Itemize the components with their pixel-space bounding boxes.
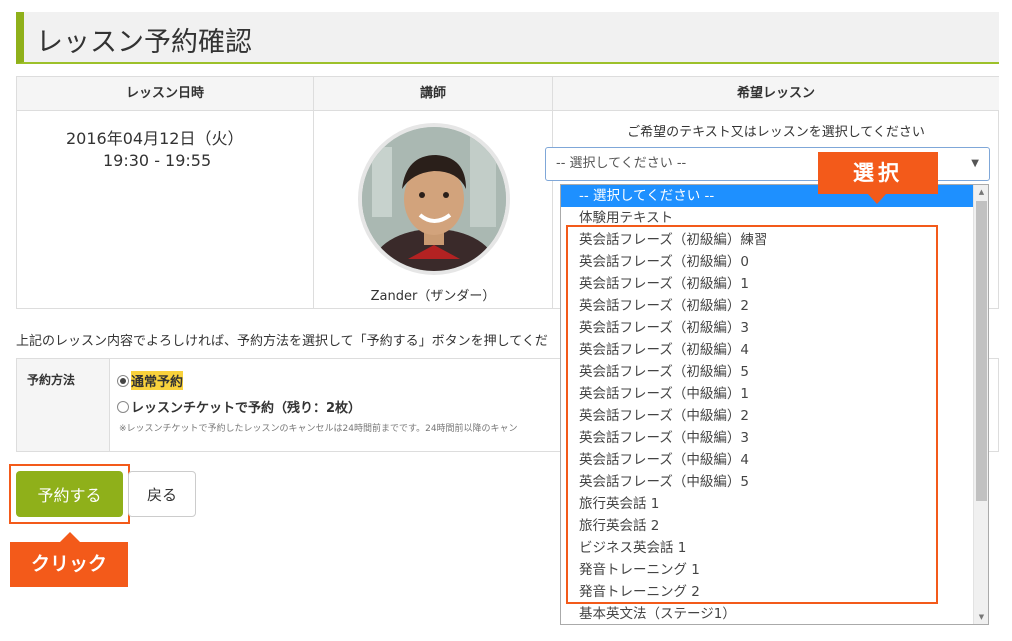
datetime-header: レッスン日時 xyxy=(17,77,313,111)
lesson-date: 2016年04月12日（火） xyxy=(66,129,244,148)
radio-ticket[interactable] xyxy=(117,400,129,413)
teacher-name: Zander（ザンダー） xyxy=(370,289,496,304)
method-option-ticket[interactable]: レッスンチケットで予約（残り：2枚） xyxy=(117,397,361,416)
scroll-thumb[interactable] xyxy=(976,201,987,501)
teacher-avatar xyxy=(358,123,510,275)
lesson-time: 19:30 - 19:55 xyxy=(103,151,212,170)
page-title: レッスン予約確認 xyxy=(36,27,252,58)
scroll-up-icon[interactable]: ▲ xyxy=(974,185,989,199)
lesson-select-value: -- 選択してください -- xyxy=(556,156,687,171)
page-header: レッスン予約確認 xyxy=(16,12,999,64)
radio-normal[interactable] xyxy=(117,374,129,387)
method-note: ※レッスンチケットで予約したレッスンのキャンセルは24時間前までです。24時間前… xyxy=(119,424,518,434)
teacher-column: 講師 Zander（ザンダー） xyxy=(314,77,553,308)
select-callout: 選択 xyxy=(818,152,938,204)
datetime-column: レッスン日時 2016年04月12日（火） 19:30 - 19:55 xyxy=(17,77,314,308)
lesson-header: 希望レッスン xyxy=(553,77,999,111)
dropdown-scrollbar[interactable]: ▲ ▼ xyxy=(973,185,988,624)
dropdown-option[interactable]: 基本英文法（ステージ1） xyxy=(561,603,988,625)
lesson-note: ご希望のテキスト又はレッスンを選択してください xyxy=(627,125,925,140)
reservation-method-label: 予約方法 xyxy=(17,359,110,451)
method-option-ticket-label: レッスンチケットで予約（残り：2枚） xyxy=(131,401,362,416)
triangle-down-icon: ▼ xyxy=(971,158,979,169)
click-callout: クリック xyxy=(10,532,128,587)
method-option-normal-label: 通常予約 xyxy=(131,371,184,390)
reserve-button[interactable]: 予約する xyxy=(16,471,123,517)
teacher-header: 講師 xyxy=(314,77,552,111)
method-option-normal[interactable]: 通常予約 xyxy=(117,371,184,390)
instructions-text: 上記のレッスン内容でよろしければ、予約方法を選択して「予約する」ボタンを押してく… xyxy=(16,334,548,349)
scroll-down-icon[interactable]: ▼ xyxy=(974,610,989,624)
back-button[interactable]: 戻る xyxy=(128,471,196,517)
teacher-photo-icon xyxy=(362,127,506,271)
options-highlight-box xyxy=(566,225,938,604)
